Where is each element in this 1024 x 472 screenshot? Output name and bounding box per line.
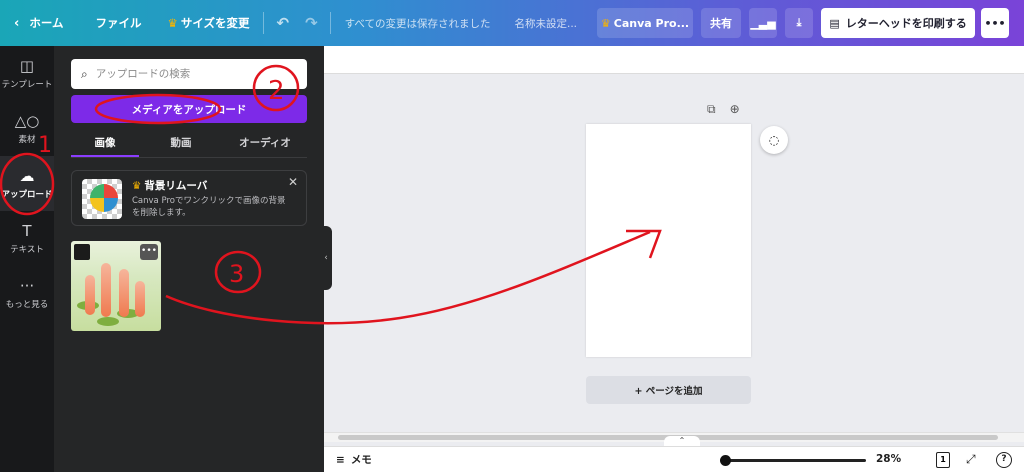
more-menu-button[interactable]: ••• (981, 8, 1010, 38)
promo-thumbnail (82, 179, 122, 219)
bottom-bar: ≡ メモ 28% 1 ⤢ ? (324, 446, 1024, 472)
chevron-left-icon: ‹ (14, 15, 20, 31)
zoom-slider-handle[interactable] (720, 455, 731, 466)
tab-audio[interactable]: オーディオ (223, 130, 307, 157)
chevron-left-icon: ‹ (324, 253, 328, 263)
leaf-shape (97, 317, 119, 326)
redo-button[interactable]: ↷ (297, 0, 326, 46)
fullscreen-icon[interactable]: ⤢ (966, 452, 976, 467)
rail-item-elements[interactable]: △○ 素材 (0, 101, 54, 156)
comment-add-icon: ◌ (768, 133, 780, 147)
home-button[interactable]: ‹ ホーム (0, 0, 74, 46)
download-button[interactable]: ⤓ (785, 8, 814, 38)
flower-shape (101, 263, 111, 317)
page-count-button[interactable]: 1 (936, 452, 950, 468)
add-page-icon[interactable]: ⊕ (730, 102, 740, 117)
promo-description: Canva Proでワンクリックで画像の背景を削除します。 (132, 196, 286, 218)
flower-shape (85, 275, 95, 315)
flower-shape (119, 269, 129, 317)
rail-item-more[interactable]: ··· もっと見る (0, 266, 54, 321)
close-icon[interactable]: ✕ (288, 175, 298, 189)
uploaded-image-thumbnail[interactable]: ••• (71, 241, 161, 331)
more-dots-icon[interactable]: ••• (140, 244, 158, 260)
resize-button[interactable]: ♛ サイズを変更 (158, 0, 260, 46)
rail-item-templates[interactable]: ◫ テンプレート (0, 46, 54, 101)
left-rail: ◫ テンプレート △○ 素材 ☁ アップロード T テキスト ··· もっと見る (0, 46, 54, 472)
tab-videos[interactable]: 動画 (139, 130, 223, 157)
document-icon: ▤ (829, 16, 840, 30)
more-dots-icon: ··· (19, 277, 35, 295)
rail-item-uploads[interactable]: ☁ アップロード (0, 156, 54, 211)
page-tools: ⧉ ⊕ (707, 102, 740, 117)
rail-item-text[interactable]: T テキスト (0, 211, 54, 266)
collapse-panel-handle[interactable]: ‹ (320, 226, 332, 290)
text-icon: T (22, 222, 32, 240)
canva-pro-button[interactable]: ♛ Canva Pro... (597, 8, 694, 38)
flower-shape (135, 281, 145, 317)
print-button[interactable]: ▤ レターヘッドを印刷する (821, 8, 976, 38)
upload-search-input[interactable] (95, 68, 286, 80)
add-page-button[interactable]: + ページを追加 (586, 376, 751, 404)
more-dots-icon: ••• (984, 16, 1006, 30)
uploads-panel: ⌕ メディアをアップロード 画像 動画 オーディオ ♛背景リムーバ Canva … (54, 46, 324, 472)
shapes-icon: △○ (14, 112, 40, 130)
beach-ball-image (90, 184, 118, 212)
divider (329, 12, 331, 34)
upload-search[interactable]: ⌕ (71, 59, 307, 89)
media-tabs: 画像 動画 オーディオ (71, 130, 307, 158)
zoom-level[interactable]: 28% (876, 453, 901, 465)
zoom-slider[interactable] (722, 459, 866, 462)
notes-icon: ≡ (336, 453, 345, 466)
save-status: すべての変更は保存されました (344, 17, 491, 30)
design-page[interactable] (586, 124, 751, 357)
notes-button[interactable]: ≡ メモ (336, 452, 372, 467)
tab-images[interactable]: 画像 (71, 130, 139, 157)
share-button[interactable]: 共有 (701, 8, 742, 38)
upload-media-button[interactable]: メディアをアップロード (71, 95, 307, 123)
bar-chart-icon: ▁▃▅ (750, 16, 776, 30)
crown-icon: ♛ (167, 16, 178, 30)
template-icon: ◫ (19, 57, 35, 75)
help-button[interactable]: ? (996, 452, 1012, 468)
document-title[interactable]: 名称未設定... (505, 0, 588, 46)
undo-button[interactable]: ↶ (268, 0, 297, 46)
background-remover-promo[interactable]: ♛ 背景リムーバ Canva Proでワンクリックで画像の背景を削除します。 ✕ (71, 170, 307, 226)
canvas-context-bar (324, 46, 1024, 74)
divider (263, 12, 265, 34)
cloud-upload-icon: ☁ (19, 167, 35, 185)
comment-button[interactable]: ◌ (760, 126, 788, 154)
promo-title: 背景リムーバ (144, 180, 208, 192)
duplicate-page-icon[interactable]: ⧉ (707, 102, 716, 117)
select-checkbox[interactable] (74, 244, 90, 260)
file-menu[interactable]: ファイル (86, 0, 152, 46)
crown-icon: ♛ (600, 16, 611, 30)
top-toolbar: ‹ ホーム ファイル ♛ サイズを変更 ↶ ↷ すべての変更は保存されました 名… (0, 0, 1024, 46)
search-icon: ⌕ (81, 66, 88, 81)
download-icon: ⤓ (796, 16, 802, 29)
insights-button[interactable]: ▁▃▅ (749, 8, 778, 38)
crown-icon: ♛ (132, 180, 142, 192)
